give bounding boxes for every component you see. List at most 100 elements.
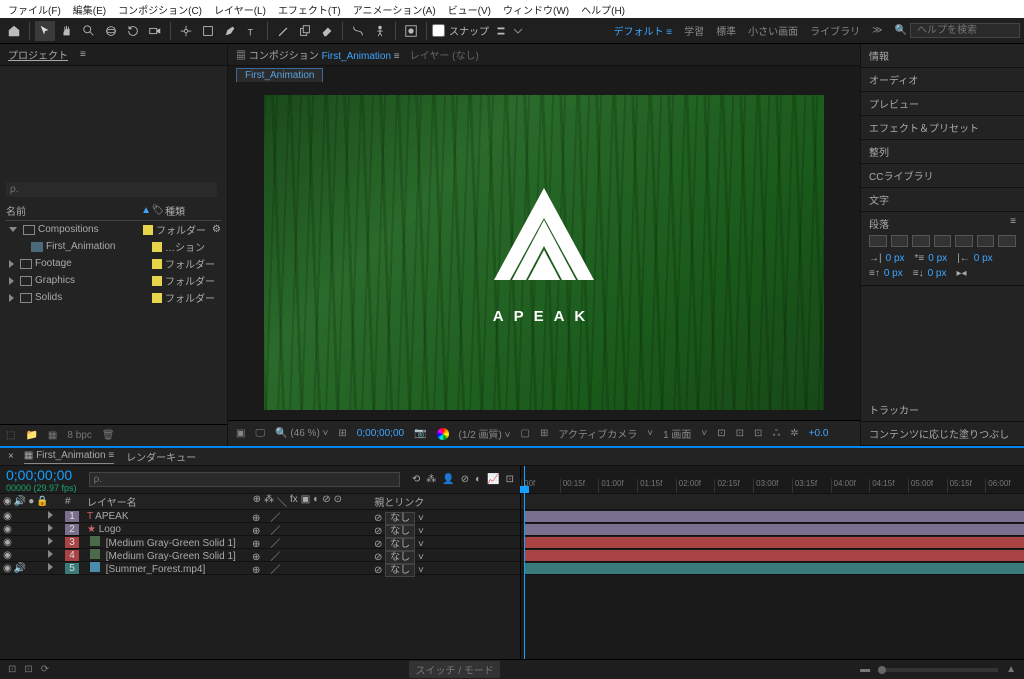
toggle-switch2[interactable]: ⊡ — [24, 664, 32, 675]
view-opt4-icon[interactable]: ஃ — [772, 428, 780, 440]
justify-right-icon[interactable] — [977, 235, 995, 247]
layer-bar-5[interactable] — [524, 563, 1024, 574]
snap-options-icon[interactable] — [491, 21, 511, 41]
panel-effects[interactable]: エフェクト＆プリセット — [861, 116, 1024, 140]
menu-view[interactable]: ビュー(V) — [444, 1, 495, 18]
project-item-solids[interactable]: Solidsフォルダー — [6, 289, 221, 306]
clone-tool[interactable] — [295, 21, 315, 41]
quality-dropdown[interactable]: (1/2 画質) ˅ — [459, 426, 511, 441]
viewer-active-tab[interactable]: First_Animation — [236, 68, 323, 82]
timeline-search-input[interactable] — [89, 472, 400, 487]
space-after[interactable]: ≡↓ 0 px — [913, 268, 947, 279]
home-button[interactable] — [4, 21, 24, 41]
new-comp-icon[interactable]: ▦ — [48, 430, 57, 441]
shape-tool[interactable] — [198, 21, 218, 41]
timeline-layer-5[interactable]: ◉🔊 5 [Summer_Forest.mp4] ⊕ ／ ⊘ なし ˅ — [0, 562, 520, 575]
text-tool[interactable]: T — [242, 21, 262, 41]
rtl-toggle[interactable]: ▸◂ — [957, 268, 967, 279]
tl-shy-icon[interactable]: 👤 — [442, 474, 454, 485]
new-folder-icon[interactable]: 📁 — [25, 430, 37, 441]
col-number[interactable]: # — [65, 496, 83, 507]
snap-toggle[interactable]: スナップ — [432, 23, 489, 38]
delete-icon[interactable]: 🗑 — [102, 430, 115, 441]
timeline-tab-comp[interactable]: ▦ First_Animation ≡ — [24, 450, 114, 464]
chevron-down-icon[interactable] — [513, 26, 523, 36]
view-opt1-icon[interactable]: ⊡ — [717, 428, 725, 439]
panel-align[interactable]: 整列 — [861, 140, 1024, 164]
exposure-icon[interactable]: ✲ — [790, 428, 798, 439]
panel-cclib[interactable]: CCライブラリ — [861, 164, 1024, 188]
panel-content-fill[interactable]: コンテンツに応じた塗りつぶし — [861, 422, 1024, 446]
indent-first[interactable]: *≡ 0 px — [915, 253, 948, 264]
snapshot-icon[interactable]: 📷 — [414, 428, 426, 439]
menu-layer[interactable]: レイヤー(L) — [210, 1, 270, 18]
tl-mb-icon[interactable]: ◐ — [475, 474, 481, 485]
layer-bar-1[interactable] — [524, 511, 1024, 522]
indent-right[interactable]: |← 0 px — [957, 253, 993, 264]
pen-tool[interactable] — [220, 21, 240, 41]
panel-tracker[interactable]: トラッカー — [861, 398, 1024, 422]
project-item-first-animation[interactable]: First_Animation…ション — [6, 238, 221, 255]
toggle-switch1[interactable]: ⊡ — [8, 664, 16, 675]
viewer-comp-tab[interactable]: ▦ コンポジション First_Animation ≡ — [236, 47, 400, 62]
tl-opt2-icon[interactable]: ⁂ — [426, 474, 436, 485]
roto-tool[interactable] — [348, 21, 368, 41]
anchor-tool[interactable] — [176, 21, 196, 41]
brush-tool[interactable] — [273, 21, 293, 41]
monitor-icon[interactable]: 🖵 — [255, 428, 265, 439]
tl-draft-icon[interactable]: ⊡ — [506, 474, 514, 485]
menu-file[interactable]: ファイル(F) — [4, 1, 65, 18]
view-opt3-icon[interactable]: ⊡ — [754, 428, 762, 439]
menu-composition[interactable]: コンポジション(C) — [114, 1, 206, 18]
hand-tool[interactable] — [57, 21, 77, 41]
workspace-learn[interactable]: 学習 — [684, 23, 704, 38]
align-left-icon[interactable] — [869, 235, 887, 247]
selection-tool[interactable] — [35, 21, 55, 41]
panel-info[interactable]: 情報 — [861, 44, 1024, 68]
space-before[interactable]: ≡↑ 0 px — [869, 268, 903, 279]
orbit-tool[interactable] — [101, 21, 121, 41]
menu-effect[interactable]: エフェクト(T) — [274, 1, 345, 18]
panel-character[interactable]: 文字 — [861, 188, 1024, 212]
rotate-tool[interactable] — [123, 21, 143, 41]
view-opt2-icon[interactable]: ⊡ — [736, 428, 744, 439]
menu-window[interactable]: ウィンドウ(W) — [499, 1, 573, 18]
indent-left[interactable]: →| 0 px — [869, 253, 905, 264]
views-dropdown[interactable]: 1 画面 — [663, 426, 691, 441]
col-layer-name[interactable]: レイヤー名 — [83, 494, 253, 509]
project-item-graphics[interactable]: Graphicsフォルダー — [6, 272, 221, 289]
help-search-input[interactable] — [910, 23, 1020, 38]
menu-help[interactable]: ヘルプ(H) — [577, 1, 629, 18]
zoom-dropdown[interactable]: 🔍 (46 %) ˅ — [275, 428, 328, 439]
project-col-type[interactable]: 種類 — [165, 203, 221, 218]
eraser-tool[interactable] — [317, 21, 337, 41]
viewer-layer-tab[interactable]: レイヤー (なし) — [410, 47, 479, 62]
toggle-switch3[interactable]: ⟳ — [41, 664, 49, 675]
viewer-timecode[interactable]: 0;00;00;00 — [357, 428, 404, 439]
puppet-tool[interactable] — [370, 21, 390, 41]
project-col-name[interactable]: 名前 — [6, 203, 141, 218]
mask-mode-icon[interactable] — [401, 21, 421, 41]
align-center-icon[interactable] — [891, 235, 909, 247]
layer-bar-4[interactable] — [524, 550, 1024, 561]
zoom-tool[interactable] — [79, 21, 99, 41]
zoom-in-icon[interactable]: ▲ — [1006, 664, 1016, 675]
layer-bar-3[interactable] — [524, 537, 1024, 548]
panel-preview[interactable]: プレビュー — [861, 92, 1024, 116]
timeline-ruler[interactable]: 00f00:15f 01:00f01:15f 02:00f02:15f 03:0… — [521, 466, 1024, 494]
tl-fx-icon[interactable]: ⊘ — [461, 474, 469, 485]
roi-icon[interactable]: ▢ — [520, 428, 529, 439]
project-search-input[interactable] — [6, 182, 217, 197]
camera-tool[interactable] — [145, 21, 165, 41]
camera-dropdown[interactable]: アクティブカメラ — [558, 426, 637, 441]
timeline-timecode[interactable]: 0;00;00;00 — [6, 467, 77, 483]
workspace-standard[interactable]: 標準 — [716, 23, 736, 38]
justify-all-icon[interactable] — [998, 235, 1016, 247]
exposure-value[interactable]: +0.0 — [809, 428, 829, 439]
panel-audio[interactable]: オーディオ — [861, 68, 1024, 92]
composition-canvas[interactable]: APEAK — [228, 84, 860, 420]
menu-animation[interactable]: アニメーション(A) — [349, 1, 440, 18]
workspace-small[interactable]: 小さい画面 — [748, 23, 798, 38]
align-right-icon[interactable] — [912, 235, 930, 247]
project-item-compositions[interactable]: Compositionsフォルダー⚙ — [6, 221, 221, 238]
